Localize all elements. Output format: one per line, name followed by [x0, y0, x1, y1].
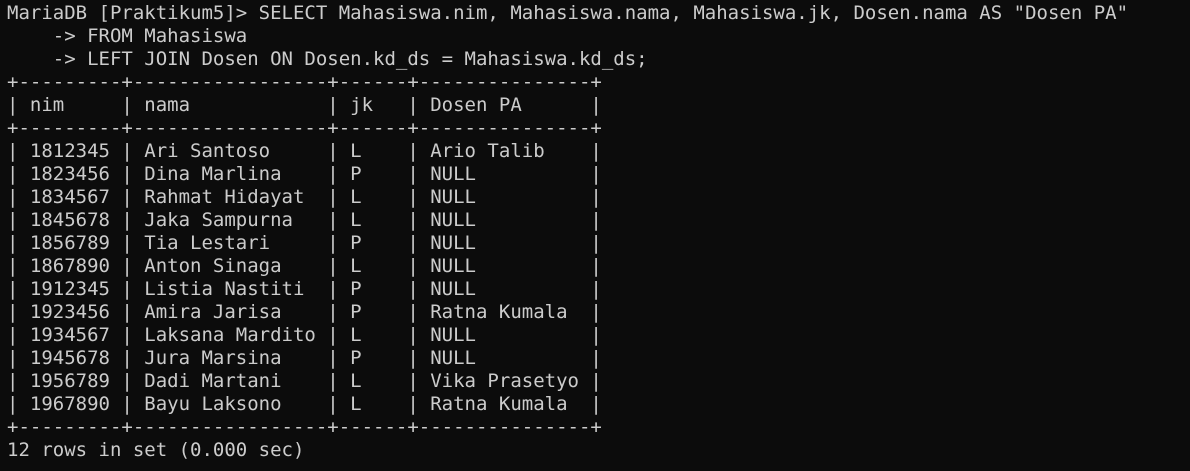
table-row: | 1912345 | Listia Nastiti | P | NULL |: [7, 278, 602, 300]
table-row: | 1856789 | Tia Lestari | P | NULL |: [7, 232, 602, 254]
table-header-row: | nim | nama | jk | Dosen PA |: [7, 94, 602, 116]
query-line-from: -> FROM Mahasiswa: [7, 25, 248, 47]
table-row: | 1934567 | Laksana Mardito | L | NULL |: [7, 324, 602, 346]
table-border-bottom: +---------+-----------------+------+----…: [7, 416, 602, 438]
table-row: | 1823456 | Dina Marlina | P | NULL |: [7, 163, 602, 185]
terminal-window[interactable]: MariaDB [Praktikum5]> SELECT Mahasiswa.n…: [0, 0, 1190, 471]
query-line-join: -> LEFT JOIN Dosen ON Dosen.kd_ds = Maha…: [7, 48, 648, 70]
table-row: | 1945678 | Jura Marsina | P | NULL |: [7, 347, 602, 369]
table-border-top: +---------+-----------------+------+----…: [7, 71, 602, 93]
table-row: | 1867890 | Anton Sinaga | L | NULL |: [7, 255, 602, 277]
result-status: 12 rows in set (0.000 sec): [7, 439, 305, 461]
query-line-select: MariaDB [Praktikum5]> SELECT Mahasiswa.n…: [7, 2, 1129, 24]
table-row: | 1812345 | Ari Santoso | L | Ario Talib…: [7, 140, 602, 162]
table-row: | 1834567 | Rahmat Hidayat | L | NULL |: [7, 186, 602, 208]
table-border-mid: +---------+-----------------+------+----…: [7, 117, 602, 139]
table-row: | 1845678 | Jaka Sampurna | L | NULL |: [7, 209, 602, 231]
table-row: | 1956789 | Dadi Martani | L | Vika Pras…: [7, 370, 602, 392]
table-row: | 1967890 | Bayu Laksono | L | Ratna Kum…: [7, 393, 602, 415]
table-row: | 1923456 | Amira Jarisa | P | Ratna Kum…: [7, 301, 602, 323]
